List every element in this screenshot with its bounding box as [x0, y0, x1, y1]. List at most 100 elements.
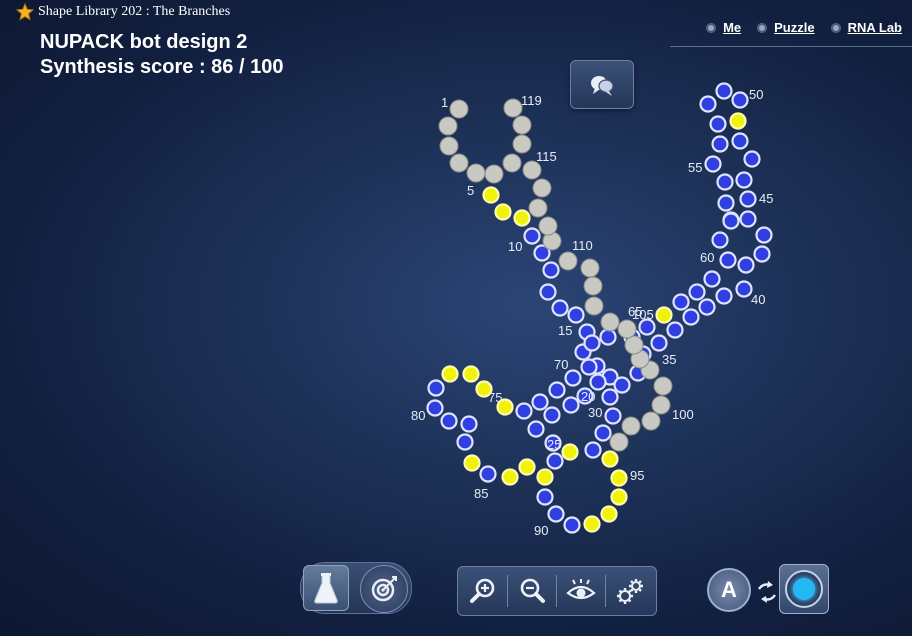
nucleotide-3[interactable] [439, 136, 459, 156]
nucleotide-100[interactable] [653, 376, 673, 396]
nucleotide-28[interactable] [594, 424, 612, 442]
nucleotide-64[interactable] [655, 306, 673, 324]
nucleotide-30[interactable] [601, 388, 619, 406]
nucleotide-93[interactable] [610, 488, 628, 506]
nucleotide-58[interactable] [722, 212, 740, 230]
nucleotide-91[interactable] [583, 515, 601, 533]
nucleotide-86[interactable] [518, 458, 536, 476]
nucleotide-1[interactable] [449, 99, 469, 119]
nucleotide-61[interactable] [703, 270, 721, 288]
nucleotide-106[interactable] [584, 296, 604, 316]
nucleotide-96[interactable] [609, 432, 629, 452]
nucleotide-8[interactable] [513, 209, 531, 227]
nucleotide-35[interactable] [666, 321, 684, 339]
settings-button[interactable] [605, 567, 654, 615]
nucleotide-118[interactable] [512, 115, 532, 135]
nucleotide-46[interactable] [735, 171, 753, 189]
synthesize-flask-button[interactable] [303, 565, 349, 611]
nucleotide-112[interactable] [528, 198, 548, 218]
nucleotide-38[interactable] [715, 287, 733, 305]
nucleotide-111[interactable] [538, 216, 558, 236]
nucleotide-13[interactable] [551, 299, 569, 317]
nucleotide-27[interactable] [584, 441, 602, 459]
nucleotide-85[interactable] [501, 468, 519, 486]
nucleotide-83[interactable] [463, 454, 481, 472]
nucleotide-76[interactable] [462, 365, 480, 383]
nucleotide-82[interactable] [456, 433, 474, 451]
nucleotide-81[interactable] [460, 415, 478, 433]
nucleotide-25[interactable] [546, 452, 564, 470]
nucleotide-9[interactable] [523, 227, 541, 245]
nucleotide-109[interactable] [558, 251, 578, 271]
nucleotide-68[interactable] [583, 334, 601, 352]
nucleotide-60[interactable] [719, 251, 737, 269]
swap-icon[interactable] [755, 580, 779, 604]
nucleotide-105[interactable] [600, 312, 620, 332]
nucleotide-12[interactable] [539, 283, 557, 301]
nucleotide-117[interactable] [512, 134, 532, 154]
nucleotide-42[interactable] [755, 226, 773, 244]
letter-mode-button[interactable]: A [707, 568, 751, 612]
nucleotide-79[interactable] [426, 399, 444, 417]
nucleotide-90[interactable] [563, 516, 581, 534]
rna-structure[interactable]: 1510152025303540455055606570758085909510… [0, 0, 912, 636]
nucleotide-50[interactable] [731, 91, 749, 109]
nucleotide-14[interactable] [567, 306, 585, 324]
nucleotide-43[interactable] [739, 210, 757, 228]
nucleotide-57[interactable] [717, 194, 735, 212]
nucleotide-22[interactable] [543, 406, 561, 424]
nucleotide-29[interactable] [604, 407, 622, 425]
nucleotide-113[interactable] [532, 178, 552, 198]
nucleotide-67[interactable] [599, 328, 617, 346]
nucleotide-92[interactable] [600, 505, 618, 523]
nucleotide-116[interactable] [484, 164, 504, 184]
nucleotide-11[interactable] [542, 261, 560, 279]
nucleotide-23[interactable] [527, 420, 545, 438]
nucleotide-53[interactable] [709, 115, 727, 133]
nucleotide-21[interactable] [562, 396, 580, 414]
nucleotide-47[interactable] [743, 150, 761, 168]
nucleotide-70[interactable] [564, 369, 582, 387]
nucleotide-97[interactable] [621, 416, 641, 436]
nucleotide-56[interactable] [716, 173, 734, 191]
nucleotide-19[interactable] [589, 373, 607, 391]
nucleotide-108[interactable] [580, 258, 600, 278]
nucleotide-54[interactable] [711, 135, 729, 153]
nucleotide-51[interactable] [715, 82, 733, 100]
nucleotide-52[interactable] [699, 95, 717, 113]
nucleotide-34[interactable] [650, 334, 668, 352]
nucleotide-89[interactable] [547, 505, 565, 523]
nucleotide-77[interactable] [441, 365, 459, 383]
nucleotide-99[interactable] [651, 395, 671, 415]
zoom-in-button[interactable] [458, 567, 507, 615]
nucleotide-40[interactable] [737, 256, 755, 274]
nucleotide-95[interactable] [601, 450, 619, 468]
nucleotide-4[interactable] [449, 153, 469, 173]
nucleotide-59[interactable] [711, 231, 729, 249]
nucleotide-36[interactable] [682, 308, 700, 326]
nucleotide-2[interactable] [438, 116, 458, 136]
nucleotide-120[interactable] [503, 98, 523, 118]
zoom-out-button[interactable] [507, 567, 556, 615]
toggle-view-button[interactable] [556, 567, 605, 615]
nucleotide-63[interactable] [672, 293, 690, 311]
nucleotide-88[interactable] [536, 488, 554, 506]
nucleotide-107[interactable] [583, 276, 603, 296]
nucleotide-84[interactable] [479, 465, 497, 483]
nucleotide-26[interactable] [561, 443, 579, 461]
nucleotide-87[interactable] [536, 468, 554, 486]
nucleotide-115[interactable] [502, 153, 522, 173]
nucleotide-37[interactable] [698, 298, 716, 316]
nucleotide-98[interactable] [641, 411, 661, 431]
nucleotide-104[interactable] [617, 319, 637, 339]
nucleotide-49[interactable] [729, 112, 747, 130]
nucleotide-78[interactable] [427, 379, 445, 397]
nucleotide-5[interactable] [466, 163, 486, 183]
circle-mode-button[interactable] [779, 564, 829, 614]
nucleotide-71[interactable] [548, 381, 566, 399]
nucleotide-45[interactable] [739, 190, 757, 208]
target-mode-button[interactable] [360, 565, 408, 613]
nucleotide-72[interactable] [531, 393, 549, 411]
nucleotide-6[interactable] [482, 186, 500, 204]
nucleotide-73[interactable] [515, 402, 533, 420]
